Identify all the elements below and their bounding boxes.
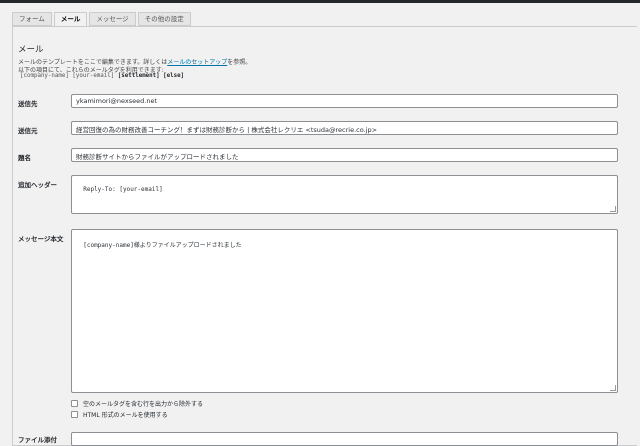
from-field[interactable]: 経営回復の為の財務改善コーチング！まずは財務診断から | 株式会社レクリエ <t… xyxy=(71,121,618,135)
exclude-blank-label: 空のメールタグを含む行を出力から除外する xyxy=(83,401,204,408)
additional-headers-label: 追加ヘッダー xyxy=(18,181,57,189)
to-field[interactable]: ykamimori@nexseed.net xyxy=(71,94,618,108)
html-mail-row: HTML 形式のメールを使用する xyxy=(71,410,168,419)
exclude-blank-row: 空のメールタグを含む行を出力から除外する xyxy=(71,399,203,408)
mail-tags: [company-name] [your-email] [settlement]… xyxy=(20,73,184,79)
section-title: メール xyxy=(18,45,44,55)
additional-headers-text: Reply-To: [your-email] xyxy=(83,186,163,193)
subject-field[interactable]: 財務診断サイトからファイルがアップロードされました xyxy=(71,148,618,162)
description-suffix: を参照。 xyxy=(227,59,252,66)
mail-tag-settlement: [settlement] xyxy=(117,73,160,79)
exclude-blank-checkbox[interactable] xyxy=(71,400,78,407)
resize-handle-icon[interactable] xyxy=(610,385,616,391)
tab-mail[interactable]: メール xyxy=(53,12,88,27)
admin-top-bar xyxy=(0,0,640,3)
html-mail-label: HTML 形式のメールを使用する xyxy=(83,412,168,419)
mail-tag-your-email: [your-email] xyxy=(72,73,115,79)
html-mail-checkbox[interactable] xyxy=(71,411,78,418)
message-body-label: メッセージ本文 xyxy=(18,235,64,243)
mail-tag-company-name: [company-name] xyxy=(20,73,69,79)
mail-setup-link[interactable]: メールのセットアップ xyxy=(167,59,227,66)
file-attachments-field[interactable] xyxy=(71,432,618,446)
to-label: 送信先 xyxy=(18,100,38,108)
message-body-textarea[interactable]: [company-name]様よりファイルアップロードされました xyxy=(71,229,618,393)
message-body-text: [company-name]様よりファイルアップロードされました xyxy=(83,242,242,249)
settings-tabs: フォーム メール メッセージ その他の設定 xyxy=(12,12,191,27)
subject-label: 題名 xyxy=(18,154,31,162)
tab-form[interactable]: フォーム xyxy=(12,12,52,26)
tab-other-settings[interactable]: その他の設定 xyxy=(137,12,191,26)
resize-handle-icon[interactable] xyxy=(610,206,616,212)
mail-tag-else: [else] xyxy=(163,73,185,79)
from-label: 送信元 xyxy=(18,127,38,135)
file-attachments-label: ファイル添付 xyxy=(18,436,57,444)
additional-headers-textarea[interactable]: Reply-To: [your-email] xyxy=(71,175,618,214)
tab-messages[interactable]: メッセージ xyxy=(89,12,136,26)
